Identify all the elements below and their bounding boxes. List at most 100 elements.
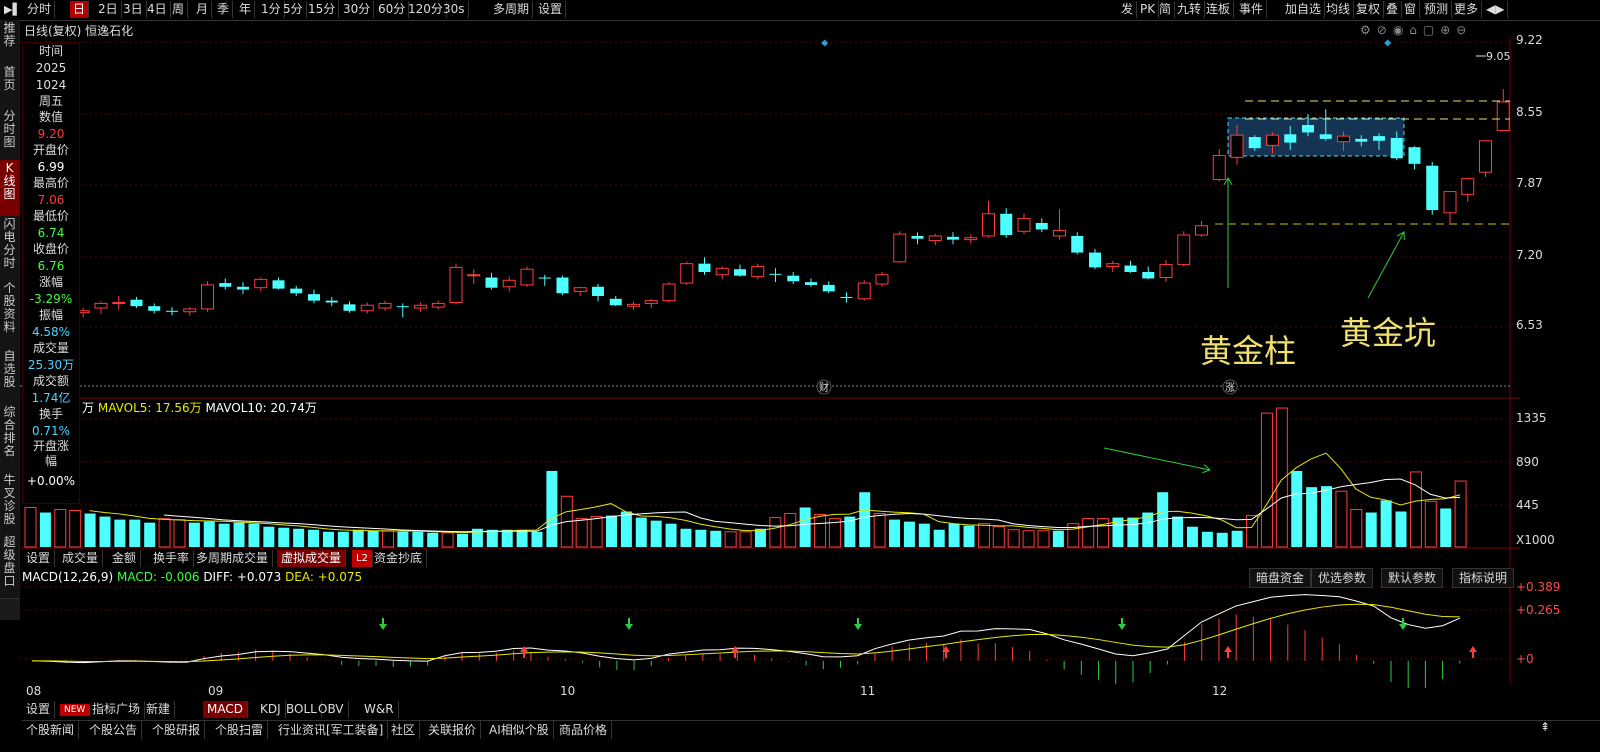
close-label: 收盘价 <box>32 242 69 256</box>
volume-bar <box>918 523 930 547</box>
candle <box>928 234 942 246</box>
toolbar-right-5[interactable]: 事件 <box>1236 1 1268 18</box>
volume-tabs: 设置 成交量 金额 换手率 多周期成交量 虚拟成交量 L2 资金抄底 <box>22 550 522 567</box>
indicator-tab-8[interactable]: W&R <box>360 701 399 718</box>
toolbar-right-10[interactable]: 窗 <box>1401 1 1421 18</box>
collapse-up-icon[interactable]: ⇞ <box>1540 720 1550 734</box>
fullscreen-icon[interactable]: ▶▌ <box>4 3 21 16</box>
volume-tab-5[interactable]: 虚拟成交量 <box>277 550 347 567</box>
candle <box>538 274 551 286</box>
amount-label: 成交额 <box>32 374 69 388</box>
candle-body <box>769 273 782 275</box>
toolbar-back-icon[interactable]: ◀▶ <box>1483 1 1509 18</box>
volume-bar <box>799 507 811 547</box>
candle-body <box>556 277 569 294</box>
volume-tab-1[interactable]: 成交量 <box>58 550 104 567</box>
candle <box>592 284 604 302</box>
toolbar-right-4[interactable]: 连板 <box>1203 1 1235 18</box>
macd-button-2[interactable]: 默认参数 <box>1381 568 1444 588</box>
indicator-tab-2[interactable]: 指标广场 <box>88 701 146 718</box>
bottom-tab-1[interactable]: 个股公告 <box>85 721 143 739</box>
candle-body <box>1479 140 1492 173</box>
toolbar-right-12[interactable]: 更多 <box>1451 1 1483 18</box>
toolbar-period-5[interactable]: 周 <box>169 1 189 18</box>
candle-body <box>1124 265 1137 272</box>
volume-tab-0[interactable]: 设置 <box>22 550 56 567</box>
high-value: 7.06 <box>37 193 65 207</box>
indicator-tab-3[interactable]: 新建 <box>142 701 176 718</box>
toolbar-period-6[interactable]: 月 <box>193 1 213 18</box>
bottom-tab-6[interactable]: 关联报价 <box>424 721 482 739</box>
candle <box>627 301 640 310</box>
candle-body <box>1408 147 1421 164</box>
toolbar-period-17[interactable]: 设置 <box>535 1 567 18</box>
toolbar-right-11[interactable]: 预测 <box>1421 1 1453 18</box>
bottom-tab-0[interactable]: 个股新闻 <box>22 721 80 739</box>
toolbar-period-16[interactable]: 多周期 <box>490 1 534 18</box>
toolbar-right-0[interactable]: 发 <box>1118 1 1138 18</box>
bottom-tab-3[interactable]: 个股扫雷 <box>211 721 269 739</box>
indicator-tab-0[interactable]: 设置 <box>22 701 56 718</box>
toolbar-right-2[interactable]: 简 <box>1156 1 1176 18</box>
candle-body <box>130 299 143 307</box>
bottom-tab-4[interactable]: 行业资讯[军工装备] <box>274 721 389 739</box>
toolbar-period-12[interactable]: 30分 <box>340 1 375 18</box>
left-nav-item-6[interactable]: 自选股 <box>0 348 19 405</box>
left-nav-item-1[interactable]: 首页 <box>0 64 19 109</box>
macd-button-3[interactable]: 指标说明 <box>1452 568 1515 588</box>
toolbar-period-4[interactable]: 4日 <box>144 1 171 18</box>
volume-tab-3[interactable]: 换手率 <box>149 550 195 567</box>
left-nav-item-9[interactable]: 超级盘口 <box>0 534 19 599</box>
toolbar-right-9[interactable]: 叠 <box>1383 1 1403 18</box>
open-change-value: +0.00% <box>26 474 76 488</box>
volume-tab-2[interactable]: 金额 <box>108 550 142 567</box>
bottom-tab-7[interactable]: AI相似个股 <box>485 721 554 739</box>
toolbar-right-3[interactable]: 九转 <box>1174 1 1206 18</box>
left-nav-item-4[interactable]: 闪电分时 <box>0 216 19 281</box>
volume-bar <box>397 531 409 547</box>
toolbar-period-0[interactable]: 分时 <box>24 1 56 18</box>
candle <box>751 263 765 280</box>
toolbar-period-11[interactable]: 15分 <box>305 1 340 18</box>
left-nav-item-0[interactable]: 推荐 <box>0 20 19 65</box>
candle-body <box>414 304 427 309</box>
left-nav-item-2[interactable]: 分时图 <box>0 108 19 161</box>
toolbar-period-15[interactable]: 30s <box>440 1 469 18</box>
volume-bar <box>1291 470 1303 547</box>
indicator-tab-7[interactable]: OBV <box>314 701 349 718</box>
bottom-tab-8[interactable]: 商品价格 <box>555 721 613 739</box>
candle <box>875 271 889 287</box>
indicator-tab-4[interactable]: MACD <box>203 701 248 718</box>
macd-button-1[interactable]: 优选参数 <box>1311 568 1374 588</box>
bottom-tab-2[interactable]: 个股研报 <box>148 721 206 739</box>
chart-tools-icons[interactable]: ⚙⊘◉⌂▢⊕⊖ <box>1360 23 1472 37</box>
toolbar-right-7[interactable]: 均线 <box>1323 1 1355 18</box>
volume-bar <box>1275 407 1288 548</box>
candle <box>485 272 498 290</box>
volume-bar <box>710 530 722 547</box>
toolbar-period-10[interactable]: 5分 <box>280 1 307 18</box>
toolbar-period-7[interactable]: 季 <box>214 1 234 18</box>
left-nav-item-8[interactable]: 牛叉诊股 <box>0 472 19 535</box>
toolbar-period-2[interactable]: 2日 <box>95 1 122 18</box>
volume-bar <box>695 529 707 547</box>
left-nav-item-3[interactable]: K线图 <box>0 160 19 217</box>
candle <box>734 264 746 277</box>
candle-body <box>112 301 126 304</box>
indicator-tab-1[interactable]: NEW <box>60 704 91 716</box>
volume-tab-4[interactable]: 多周期成交量 <box>192 550 274 567</box>
toolbar-right-6[interactable]: 加自选 <box>1282 1 1326 18</box>
left-nav-item-7[interactable]: 综合排名 <box>0 404 19 473</box>
volume-bar <box>992 526 1005 548</box>
toolbar-period-8[interactable]: 年 <box>236 1 256 18</box>
candle <box>183 307 197 316</box>
left-nav-item-5[interactable]: 个股资料 <box>0 280 19 349</box>
volume-bar <box>352 529 364 547</box>
toolbar-period-3[interactable]: 3日 <box>120 1 147 18</box>
bottom-tab-5[interactable]: 社区 <box>387 721 421 739</box>
toolbar-period-1[interactable]: 日 <box>70 1 90 18</box>
toolbar-right-8[interactable]: 复权 <box>1353 1 1385 18</box>
macd-button-0[interactable]: 暗盘资金 <box>1249 568 1312 588</box>
candle-body <box>502 279 516 288</box>
volume-tab-7[interactable]: 资金抄底 <box>370 550 428 567</box>
